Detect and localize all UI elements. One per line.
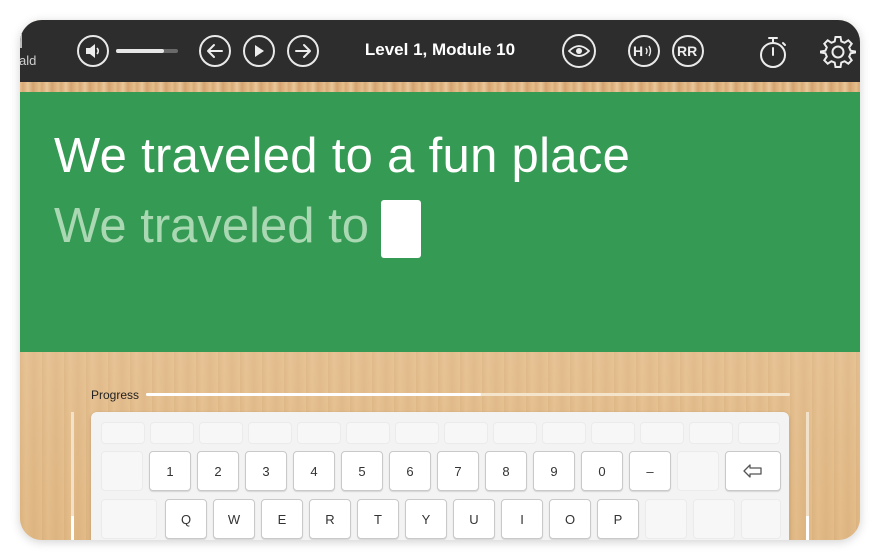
panel-tab-edge[interactable]: [20, 34, 22, 48]
sentence-board: We traveled to a fun place We traveled t…: [20, 92, 860, 352]
key-8[interactable]: 8: [485, 451, 527, 491]
function-key[interactable]: [297, 422, 341, 444]
key-backslash[interactable]: [741, 499, 781, 539]
function-key[interactable]: [346, 422, 390, 444]
svg-text:H: H: [633, 43, 643, 59]
left-rail: [71, 412, 74, 540]
key-left-bracket[interactable]: [645, 499, 687, 539]
backtick-key[interactable]: [101, 451, 143, 491]
target-sentence: We traveled to a fun place: [54, 129, 631, 183]
function-key[interactable]: [689, 422, 733, 444]
key-y[interactable]: Y: [405, 499, 447, 539]
play-button[interactable]: [243, 35, 275, 67]
key-3[interactable]: 3: [245, 451, 287, 491]
rr-icon: RR: [677, 43, 697, 59]
key-minus[interactable]: –: [629, 451, 671, 491]
progress-label: Progress: [91, 388, 140, 402]
tab-key[interactable]: [101, 499, 157, 539]
wood-trim: [20, 82, 860, 92]
right-rail-highlight: [806, 516, 809, 540]
view-toggle-button[interactable]: [562, 34, 596, 68]
function-key[interactable]: [640, 422, 684, 444]
volume-button[interactable]: [77, 35, 109, 67]
timer-button[interactable]: [757, 34, 789, 75]
volume-slider[interactable]: [116, 49, 178, 53]
left-rail-highlight: [71, 516, 74, 540]
key-equals[interactable]: [677, 451, 719, 491]
key-1[interactable]: 1: [149, 451, 191, 491]
typing-cursor: [381, 200, 422, 258]
stopwatch-icon: [760, 37, 786, 68]
key-u[interactable]: U: [453, 499, 495, 539]
repeat-button[interactable]: RR: [672, 35, 704, 67]
key-i[interactable]: I: [501, 499, 543, 539]
key-6[interactable]: 6: [389, 451, 431, 491]
speaker-icon: [86, 44, 100, 58]
key-r[interactable]: R: [309, 499, 351, 539]
top-toolbar: ald Level 1, Module 10 H RR: [20, 20, 860, 82]
on-screen-keyboard: 1 2 3 4 5 6 7 8 9 0 – Q W E R T Y U I O: [91, 412, 789, 540]
function-key[interactable]: [395, 422, 439, 444]
key-right-bracket[interactable]: [693, 499, 735, 539]
hint-sound-button[interactable]: H: [628, 35, 660, 67]
settings-button[interactable]: [820, 34, 856, 75]
key-o[interactable]: O: [549, 499, 591, 539]
desk-area: Progress 1 2 3 4 5 6 7 8 9 0 – Q W E R T…: [20, 352, 860, 540]
progress-bar: [146, 393, 790, 396]
typing-line: We traveled to: [54, 198, 422, 258]
function-key[interactable]: [444, 422, 488, 444]
key-p[interactable]: P: [597, 499, 639, 539]
key-w[interactable]: W: [213, 499, 255, 539]
function-key[interactable]: [101, 422, 145, 444]
svg-text:RR: RR: [677, 43, 697, 59]
right-rail: [806, 412, 809, 540]
key-t[interactable]: T: [357, 499, 399, 539]
function-key[interactable]: [248, 422, 292, 444]
app-window: ald Level 1, Module 10 H RR We traveled …: [20, 20, 860, 540]
partial-side-label: ald: [20, 53, 37, 68]
key-e[interactable]: E: [261, 499, 303, 539]
progress-bar-fill: [146, 393, 481, 396]
arrow-left-icon: [207, 44, 223, 58]
key-q[interactable]: Q: [165, 499, 207, 539]
function-key[interactable]: [493, 422, 537, 444]
function-key[interactable]: [542, 422, 586, 444]
function-key[interactable]: [199, 422, 243, 444]
key-0[interactable]: 0: [581, 451, 623, 491]
gear-icon: [820, 36, 856, 68]
typed-text: We traveled to: [54, 199, 370, 253]
play-icon: [255, 45, 264, 57]
function-key[interactable]: [738, 422, 780, 444]
eye-icon: [568, 45, 590, 57]
previous-button[interactable]: [199, 35, 231, 67]
backspace-key[interactable]: [725, 451, 781, 491]
module-title: Level 1, Module 10: [364, 40, 516, 59]
key-5[interactable]: 5: [341, 451, 383, 491]
next-button[interactable]: [287, 35, 319, 67]
function-key[interactable]: [150, 422, 194, 444]
key-4[interactable]: 4: [293, 451, 335, 491]
volume-slider-fill: [116, 49, 165, 53]
key-9[interactable]: 9: [533, 451, 575, 491]
arrow-right-icon: [295, 44, 311, 58]
h-sound-icon: H: [633, 43, 652, 59]
backspace-arrow-icon: [743, 464, 762, 478]
key-7[interactable]: 7: [437, 451, 479, 491]
key-2[interactable]: 2: [197, 451, 239, 491]
function-key[interactable]: [591, 422, 635, 444]
